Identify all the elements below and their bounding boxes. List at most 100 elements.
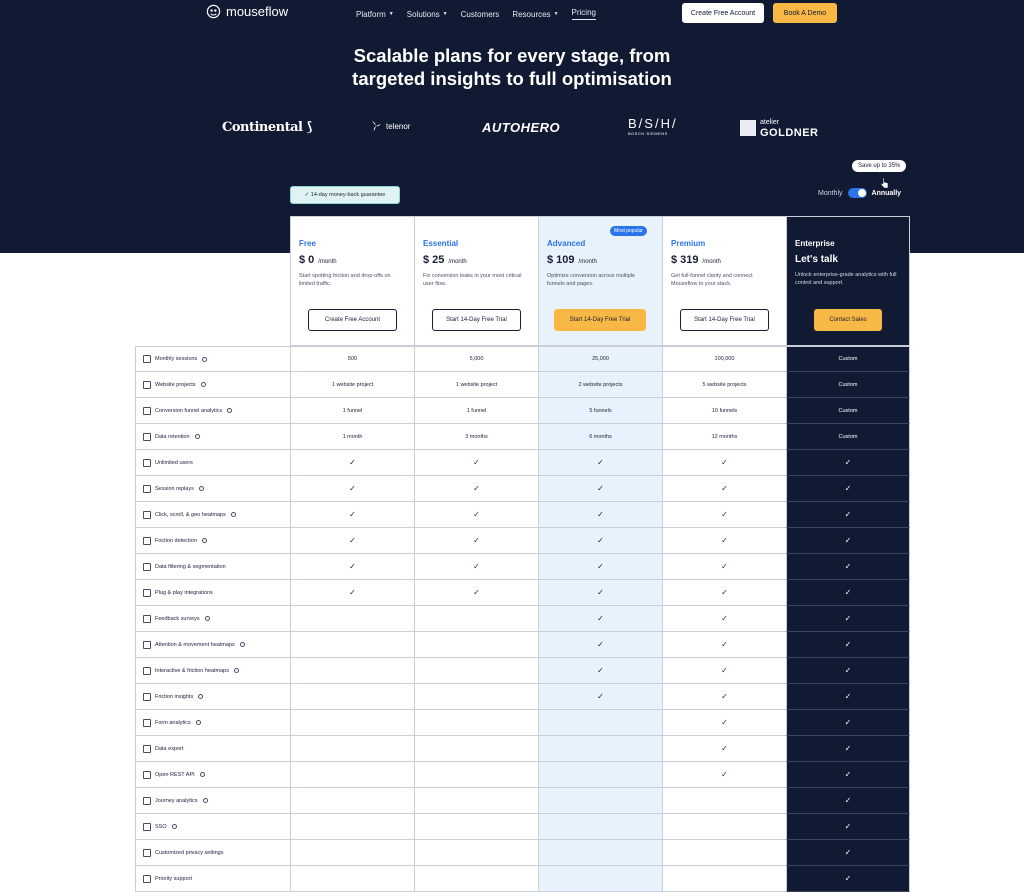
info-icon[interactable] xyxy=(233,668,239,673)
feature-label-cell: Plug & play integrations xyxy=(135,580,290,606)
plan-value-cell xyxy=(290,736,414,762)
info-icon[interactable] xyxy=(199,772,205,777)
create-free-account-button[interactable]: Create Free Account xyxy=(682,3,764,23)
money-back-guarantee-badge: ✓ 14-day money-back guarantee xyxy=(290,186,400,204)
plan-value-cell: ✓ xyxy=(662,580,786,606)
check-icon: ✓ xyxy=(844,562,852,571)
feature-label: Conversion funnel analytics xyxy=(155,407,223,414)
mouseflow-logo[interactable]: mouseflow xyxy=(206,4,288,19)
check-icon: ✓ xyxy=(349,562,356,571)
annually-label[interactable]: Annually xyxy=(872,190,902,197)
plan-value-cell xyxy=(290,840,414,866)
form-icon xyxy=(143,718,151,727)
plan-value-cell: ✓ xyxy=(786,684,910,710)
plan-value-cell: ✓ xyxy=(786,502,910,528)
check-icon: ✓ xyxy=(597,536,604,545)
info-icon[interactable] xyxy=(171,824,177,829)
nav-customers[interactable]: Customers xyxy=(461,8,500,20)
table-row: Open REST API ✓ ✓ xyxy=(135,762,910,788)
check-icon: ✓ xyxy=(597,614,604,623)
plan-description: Start spotting friction and drop-offs on… xyxy=(299,273,391,287)
check-icon: ✓ xyxy=(721,510,728,519)
info-icon[interactable] xyxy=(202,798,208,803)
plan-value-cell: ✓ xyxy=(662,658,786,684)
plan-value: 500 xyxy=(347,356,358,362)
check-icon: ✓ xyxy=(597,666,604,675)
plan-name: Premium xyxy=(671,239,706,248)
plan-value-cell: ✓ xyxy=(662,528,786,554)
info-icon[interactable] xyxy=(198,694,204,699)
plan-description: Get full-funnel clarity and connect Mous… xyxy=(671,273,753,287)
start-trial-button-advanced[interactable]: Start 14-Day Free Trial xyxy=(554,309,646,331)
nav-pricing[interactable]: Pricing xyxy=(571,8,596,20)
info-icon[interactable] xyxy=(198,486,204,491)
plan-value-cell: ✓ xyxy=(538,554,662,580)
billing-period-toggle[interactable] xyxy=(847,188,867,198)
create-free-account-button[interactable]: Create Free Account xyxy=(308,309,397,331)
feature-label-cell: SSO xyxy=(135,814,290,840)
plan-description: Unlock enterprise-grade analytics with f… xyxy=(795,272,897,286)
info-icon[interactable] xyxy=(204,616,210,621)
nav-solutions[interactable]: Solutions ▼ xyxy=(407,8,448,20)
feature-label-cell: Monthly sessions xyxy=(135,346,290,372)
table-row: Friction insights ✓ ✓ ✓ xyxy=(135,684,910,710)
plan-value-cell: ✓ xyxy=(786,606,910,632)
info-icon[interactable] xyxy=(202,356,208,362)
plan-description: Fix conversion leaks in your most critic… xyxy=(423,273,522,287)
plan-value: Custom xyxy=(838,381,858,388)
plan-price-period: /month xyxy=(448,259,467,265)
plan-value: 25,000 xyxy=(592,356,609,362)
feature-label-cell: Open REST API xyxy=(135,762,290,788)
plan-value-cell xyxy=(290,866,414,892)
plan-value-cell: ✓ xyxy=(414,580,538,606)
plan-price-period: /month xyxy=(578,259,597,265)
autohero-logo: AUTOHERO xyxy=(482,120,561,135)
plan-value-cell: ✓ xyxy=(290,528,414,554)
plan-value-cell xyxy=(290,684,414,710)
plan-price-period: /month xyxy=(702,259,721,265)
check-icon: ✓ xyxy=(349,536,356,545)
check-icon: ✓ xyxy=(721,614,728,623)
bsh-subtext: BOSCH SIEMENS xyxy=(628,131,668,136)
logo-text: mouseflow xyxy=(226,4,289,19)
check-icon: ✓ xyxy=(721,770,728,779)
feature-label: Feedback surveys xyxy=(155,615,200,622)
nav-resources[interactable]: Resources ▼ xyxy=(512,8,558,20)
plan-value: 3 months xyxy=(465,433,488,440)
start-trial-button-essential[interactable]: Start 14-Day Free Trial xyxy=(432,309,521,331)
plan-value-cell: ✓ xyxy=(786,554,910,580)
plan-value: 5,000 xyxy=(469,356,484,362)
info-icon[interactable] xyxy=(194,434,200,439)
feature-label: Session replays xyxy=(155,485,194,492)
plan-value-cell: 1 funnel xyxy=(290,398,414,424)
info-icon[interactable] xyxy=(200,382,206,387)
book-demo-button[interactable]: Book A Demo xyxy=(773,3,837,23)
plan-value-cell: 5 website projects xyxy=(662,372,786,398)
download-icon xyxy=(143,744,151,753)
info-icon[interactable] xyxy=(239,642,245,647)
check-icon: ✓ xyxy=(721,744,728,753)
continental-logo: Continental ⟆ xyxy=(222,120,312,135)
plan-value-cell: Custom xyxy=(786,346,910,372)
plan-value-cell: ✓ xyxy=(662,710,786,736)
plan-value: 5 website projects xyxy=(702,381,747,388)
monthly-label[interactable]: Monthly xyxy=(818,190,843,197)
check-icon: ✓ xyxy=(473,510,480,519)
info-icon[interactable] xyxy=(201,538,207,543)
info-icon[interactable] xyxy=(195,720,201,725)
start-trial-button-premium[interactable]: Start 14-Day Free Trial xyxy=(680,309,769,331)
plan-value-cell: ✓ xyxy=(786,814,910,840)
info-icon[interactable] xyxy=(230,512,236,517)
plan-value-cell: ✓ xyxy=(786,528,910,554)
plan-value: 1 funnel xyxy=(466,407,487,414)
nav-platform[interactable]: Platform ▼ xyxy=(356,8,394,20)
plan-value-cell: ✓ xyxy=(786,632,910,658)
sessions-icon xyxy=(143,355,151,363)
plan-value-cell xyxy=(290,814,414,840)
plan-description: Optimize conversion across multiple funn… xyxy=(547,273,636,287)
contact-sales-button[interactable]: Contact Sales xyxy=(814,309,882,331)
check-icon: ✓ xyxy=(844,796,852,805)
feature-label-cell: Customized privacy settings xyxy=(135,840,290,866)
info-icon[interactable] xyxy=(227,408,233,413)
feature-label: Friction insights xyxy=(155,693,194,700)
